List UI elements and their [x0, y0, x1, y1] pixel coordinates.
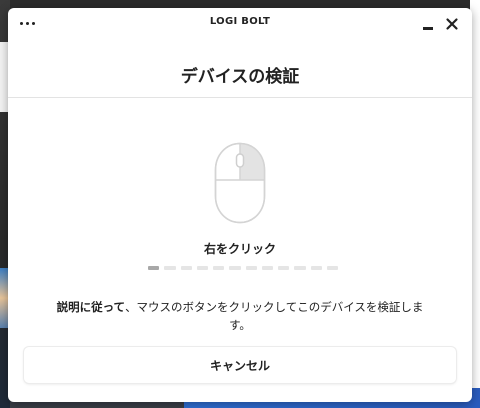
progress-segment	[278, 266, 290, 270]
mouse-right-click-icon	[214, 142, 266, 224]
close-icon	[446, 18, 458, 30]
page-title: デバイスの検証	[180, 67, 300, 87]
progress-segment	[164, 266, 176, 270]
progress-segment	[245, 266, 257, 270]
instruction-bold: 説明に従って	[56, 300, 126, 314]
cancel-button[interactable]: キャンセル	[24, 347, 456, 383]
instruction-text: 説明に従って、マウスのボタンをクリックしてこのデバイスを検証します。	[48, 298, 432, 334]
progress-segment	[196, 266, 208, 270]
minimize-icon	[423, 27, 433, 30]
progress-segment	[180, 266, 192, 270]
progress-segment	[148, 266, 160, 270]
progress-segment	[294, 266, 306, 270]
header-divider	[8, 97, 472, 98]
progress-segment	[229, 266, 241, 270]
scroll-wheel	[235, 153, 245, 168]
title-bar: LOGI BOLT	[8, 8, 472, 38]
close-button[interactable]	[444, 16, 460, 32]
progress-segment	[326, 266, 338, 270]
app-title: LOGI BOLT	[209, 16, 271, 27]
progress-segment	[213, 266, 225, 270]
progress-segment	[310, 266, 322, 270]
instruction-rest: 、マウスのボタンをクリックしてこのデバイスを検証します。	[125, 300, 424, 332]
minimize-button[interactable]	[420, 16, 436, 32]
logi-bolt-dialog: LOGI BOLT デバイスの検証 右をクリック 説明に従って、マウスのボタンを…	[8, 8, 472, 402]
mouse-illustration	[214, 142, 266, 224]
progress-segment	[261, 266, 273, 270]
action-label: 右をクリック	[203, 242, 276, 256]
progress-indicator	[148, 266, 338, 270]
